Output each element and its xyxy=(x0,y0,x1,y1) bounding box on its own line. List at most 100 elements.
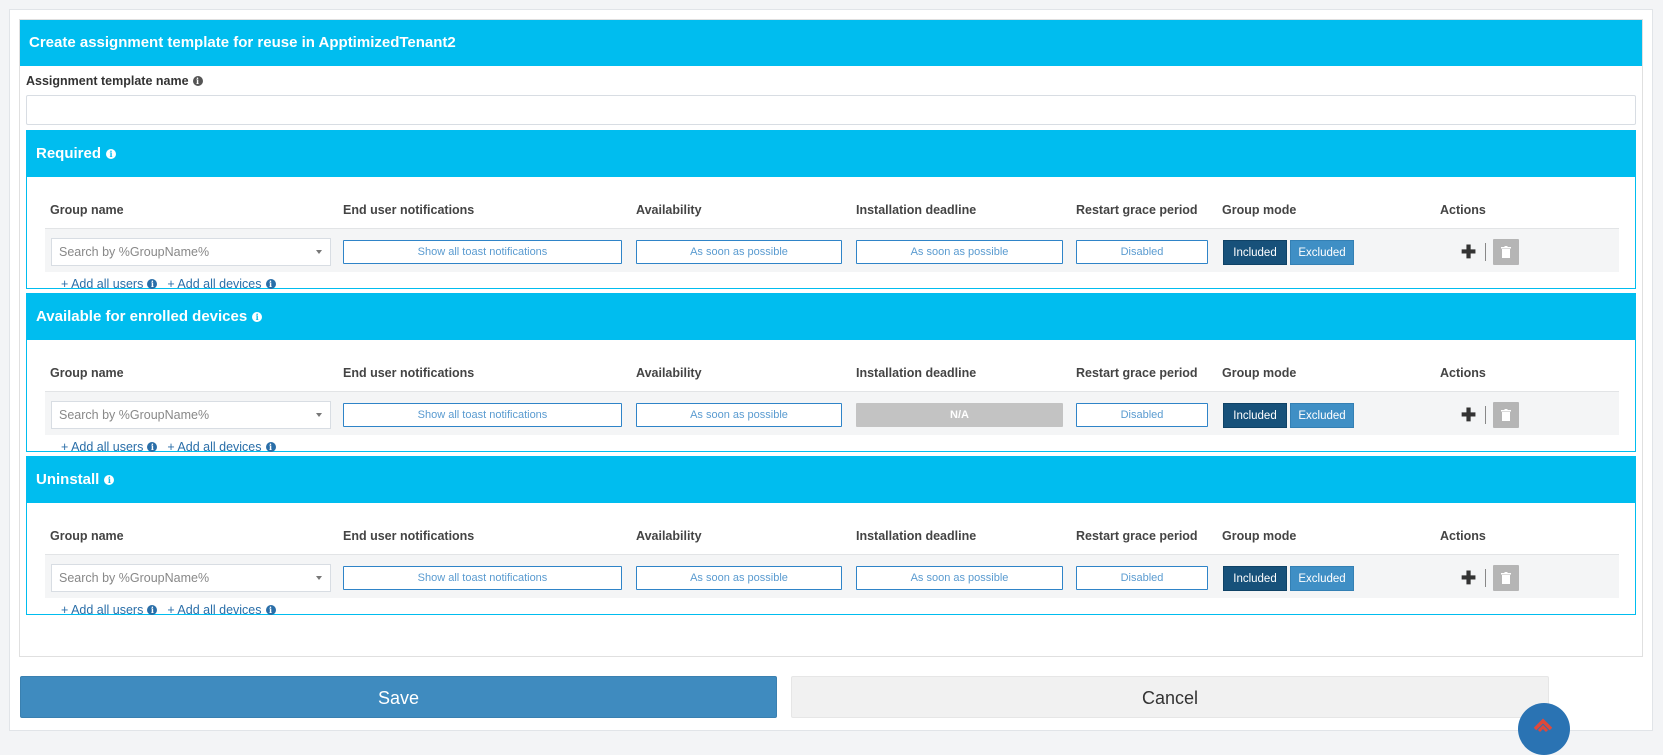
plus-icon[interactable]: ✚ xyxy=(1461,240,1476,264)
section-title: Uninstall xyxy=(36,471,100,488)
add-all-users-link[interactable]: + Add all users xyxy=(61,277,158,291)
trash-icon xyxy=(1501,572,1511,584)
add-all-devices-link[interactable]: + Add all devices xyxy=(167,277,276,291)
table-row: Search by %GroupName% Show all toast not… xyxy=(45,228,1619,272)
col-group-mode: Group mode xyxy=(1222,529,1297,543)
col-restart: Restart grace period xyxy=(1076,529,1198,543)
template-name-input[interactable] xyxy=(26,95,1636,125)
section-available: Available for enrolled devices Group nam… xyxy=(26,293,1636,454)
excluded-button[interactable]: Excluded xyxy=(1290,566,1354,591)
table-row: Search by %GroupName% Show all toast not… xyxy=(45,554,1619,598)
group-search-select[interactable]: Search by %GroupName% xyxy=(51,401,331,429)
table-row: Search by %GroupName% Show all toast not… xyxy=(45,391,1619,435)
col-availability: Availability xyxy=(636,366,702,380)
availability-button[interactable]: As soon as possible xyxy=(636,403,842,427)
info-icon xyxy=(265,442,276,452)
col-group-name: Group name xyxy=(50,203,124,217)
chevron-down-icon xyxy=(316,413,322,417)
info-icon[interactable] xyxy=(104,475,115,485)
info-icon xyxy=(147,442,158,452)
col-notifications: End user notifications xyxy=(343,203,475,217)
section-header: Uninstall xyxy=(27,457,1635,503)
notifications-button[interactable]: Show all toast notifications xyxy=(343,566,622,590)
chat-widget-button[interactable] xyxy=(1518,703,1570,755)
table-header: Group name End user notifications Availa… xyxy=(27,203,1635,223)
info-icon xyxy=(147,605,158,615)
add-all-devices-link[interactable]: + Add all devices xyxy=(167,440,276,454)
info-icon xyxy=(265,605,276,615)
col-actions: Actions xyxy=(1440,529,1486,543)
col-notifications: End user notifications xyxy=(343,529,475,543)
section-uninstall: Uninstall Group name End user notificati… xyxy=(26,456,1636,617)
restart-button[interactable]: Disabled xyxy=(1076,566,1208,590)
col-restart: Restart grace period xyxy=(1076,203,1198,217)
col-actions: Actions xyxy=(1440,366,1486,380)
plus-icon[interactable]: ✚ xyxy=(1461,566,1476,590)
col-restart: Restart grace period xyxy=(1076,366,1198,380)
col-group-name: Group name xyxy=(50,366,124,380)
divider xyxy=(1485,243,1486,261)
chevron-down-icon xyxy=(316,250,322,254)
group-search-select[interactable]: Search by %GroupName% xyxy=(51,564,331,592)
info-icon[interactable] xyxy=(192,76,203,86)
add-all-users-label: + Add all users xyxy=(61,277,144,291)
col-actions: Actions xyxy=(1440,203,1486,217)
included-button[interactable]: Included xyxy=(1223,566,1287,591)
availability-button[interactable]: As soon as possible xyxy=(636,566,842,590)
add-links: + Add all users + Add all devices xyxy=(61,440,276,454)
save-button[interactable]: Save xyxy=(20,676,777,718)
add-all-users-label: + Add all users xyxy=(61,440,144,454)
add-all-users-link[interactable]: + Add all users xyxy=(61,603,158,617)
section-header: Required xyxy=(27,131,1635,177)
info-icon[interactable] xyxy=(252,312,263,322)
add-all-users-label: + Add all users xyxy=(61,603,144,617)
section-title: Required xyxy=(36,145,102,162)
add-links: + Add all users + Add all devices xyxy=(61,277,276,291)
plus-icon[interactable]: ✚ xyxy=(1461,403,1476,427)
add-links: + Add all users + Add all devices xyxy=(61,603,276,617)
excluded-button[interactable]: Excluded xyxy=(1290,240,1354,265)
notifications-button[interactable]: Show all toast notifications xyxy=(343,403,622,427)
included-button[interactable]: Included xyxy=(1223,240,1287,265)
deadline-button[interactable]: As soon as possible xyxy=(856,240,1063,264)
assignment-template-modal: Create assignment template for reuse in … xyxy=(19,19,1643,657)
col-availability: Availability xyxy=(636,203,702,217)
add-all-users-link[interactable]: + Add all users xyxy=(61,440,158,454)
col-group-name: Group name xyxy=(50,529,124,543)
chat-logo-icon xyxy=(1533,718,1553,733)
group-search-select[interactable]: Search by %GroupName% xyxy=(51,238,331,266)
cancel-button[interactable]: Cancel xyxy=(791,676,1549,718)
excluded-button[interactable]: Excluded xyxy=(1290,403,1354,428)
group-search-placeholder: Search by %GroupName% xyxy=(59,408,210,422)
col-group-mode: Group mode xyxy=(1222,203,1297,217)
add-all-devices-link[interactable]: + Add all devices xyxy=(167,603,276,617)
delete-button[interactable] xyxy=(1493,239,1519,265)
delete-button[interactable] xyxy=(1493,402,1519,428)
template-name-label-text: Assignment template name xyxy=(26,74,189,88)
add-all-devices-label: + Add all devices xyxy=(167,603,262,617)
restart-button[interactable]: Disabled xyxy=(1076,240,1208,264)
group-search-placeholder: Search by %GroupName% xyxy=(59,245,210,259)
deadline-disabled-field: N/A xyxy=(856,403,1063,427)
availability-button[interactable]: As soon as possible xyxy=(636,240,842,264)
col-deadline: Installation deadline xyxy=(856,366,977,380)
restart-button[interactable]: Disabled xyxy=(1076,403,1208,427)
section-required: Required Group name End user notificatio… xyxy=(26,130,1636,291)
deadline-button[interactable]: As soon as possible xyxy=(856,566,1063,590)
table-header: Group name End user notifications Availa… xyxy=(27,529,1635,549)
section-header: Available for enrolled devices xyxy=(27,294,1635,340)
notifications-button[interactable]: Show all toast notifications xyxy=(343,240,622,264)
modal-title: Create assignment template for reuse in … xyxy=(20,20,1642,66)
add-all-devices-label: + Add all devices xyxy=(167,277,262,291)
table-header: Group name End user notifications Availa… xyxy=(27,366,1635,386)
info-icon xyxy=(147,279,158,289)
add-all-devices-label: + Add all devices xyxy=(167,440,262,454)
trash-icon xyxy=(1501,246,1511,258)
chevron-down-icon xyxy=(316,576,322,580)
delete-button[interactable] xyxy=(1493,565,1519,591)
info-icon[interactable] xyxy=(106,149,117,159)
included-button[interactable]: Included xyxy=(1223,403,1287,428)
section-title: Available for enrolled devices xyxy=(36,308,248,325)
divider xyxy=(1485,569,1486,587)
col-deadline: Installation deadline xyxy=(856,203,977,217)
